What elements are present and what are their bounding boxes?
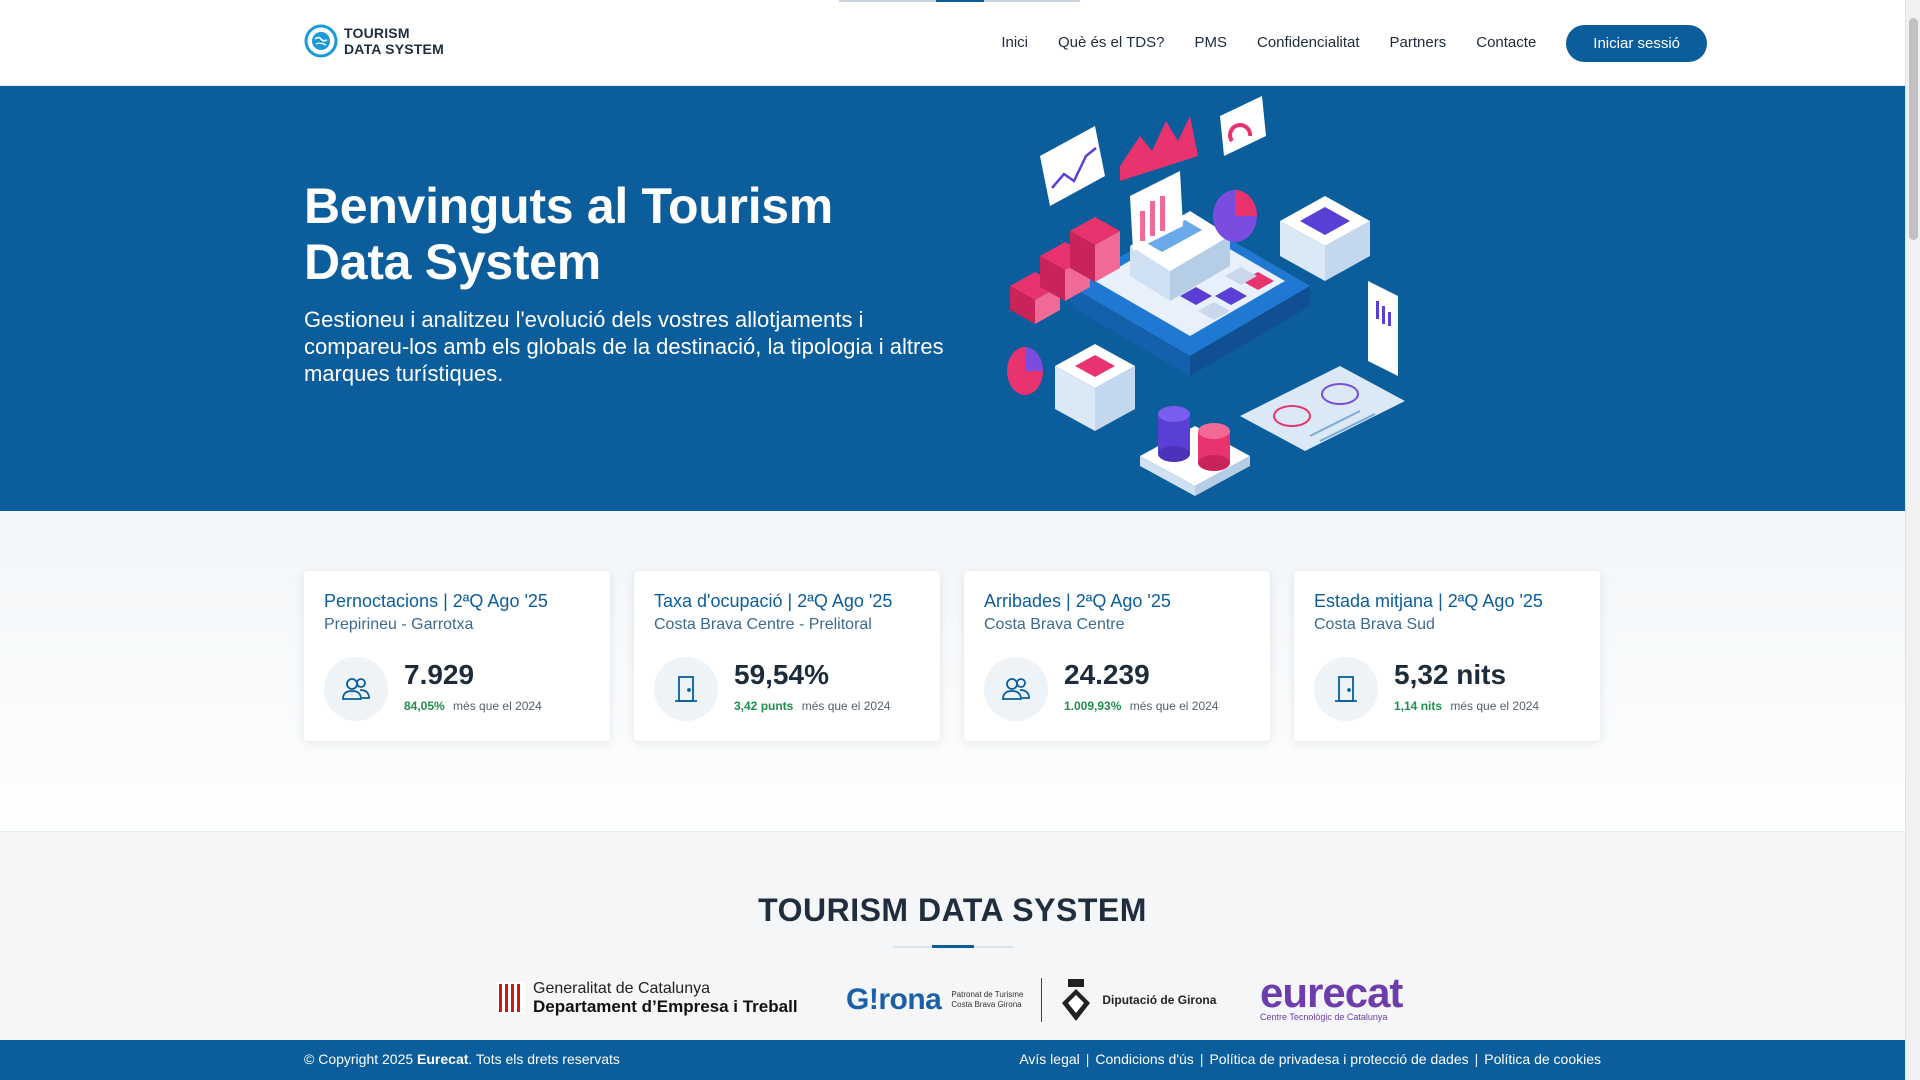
nav-pms[interactable]: PMS bbox=[1194, 24, 1227, 62]
link-separator: | bbox=[1474, 1051, 1479, 1067]
users-icon bbox=[324, 657, 388, 721]
nav-contacte[interactable]: Contacte bbox=[1476, 24, 1536, 62]
card-title: Estada mitjana | 2ªQ Ago '25 bbox=[1314, 591, 1543, 611]
stat-card-arribades: Arribades | 2ªQ Ago '25 Costa Brava Cent… bbox=[964, 571, 1270, 741]
card-title: Taxa d'ocupació | 2ªQ Ago '25 bbox=[654, 591, 893, 611]
card-subtitle: Prepirineu - Garrotxa bbox=[324, 616, 474, 633]
footer: © Copyright 2025 Eurecat. Tots els drets… bbox=[0, 1040, 1905, 1080]
nav-confidencialitat[interactable]: Confidencialitat bbox=[1257, 24, 1360, 62]
scrollbar-thumb[interactable] bbox=[1909, 18, 1918, 240]
page: TOURISM DATA SYSTEM Inici Què és el TDS?… bbox=[0, 0, 1905, 1080]
card-value: 24.239 bbox=[1064, 659, 1150, 690]
door-icon bbox=[654, 657, 718, 721]
link-avis-legal[interactable]: Avís legal bbox=[1019, 1051, 1079, 1067]
hero-section: Benvinguts al Tourism Data System Gestio… bbox=[0, 86, 1905, 511]
page-scrollbar[interactable] bbox=[1905, 0, 1920, 1080]
copyright-prefix: © Copyright 2025 bbox=[304, 1051, 418, 1067]
door-icon bbox=[1314, 657, 1378, 721]
card-delta-compare: més que el 2024 bbox=[453, 699, 542, 713]
title-divider-accent bbox=[932, 945, 974, 948]
card-delta-compare: més que el 2024 bbox=[801, 699, 891, 713]
girona-small-2: Costa Brava Girona bbox=[951, 1000, 1022, 1009]
card-title: Pernoctacions | 2ªQ Ago '25 bbox=[324, 591, 548, 611]
logo-line-1: TOURISM bbox=[344, 25, 410, 41]
partners-title: TOURISM DATA SYSTEM bbox=[758, 892, 1147, 928]
card-delta-value: 3,42 punts bbox=[734, 699, 794, 713]
stat-card-taxa-ocupacio: Taxa d'ocupació | 2ªQ Ago '25 Costa Brav… bbox=[634, 571, 940, 741]
users-icon bbox=[984, 657, 1048, 721]
copyright-brand[interactable]: Eurecat bbox=[417, 1051, 468, 1067]
card-delta-compare: més que el 2024 bbox=[1450, 699, 1540, 713]
card-subtitle: Costa Brava Sud bbox=[1314, 616, 1435, 633]
globe-logo-icon bbox=[304, 24, 338, 58]
stats-section bbox=[0, 511, 1905, 831]
logo-separator bbox=[1041, 978, 1043, 1022]
card-subtitle: Costa Brava Centre bbox=[984, 616, 1125, 633]
link-condicions[interactable]: Condicions d'ús bbox=[1095, 1051, 1193, 1067]
generalitat-line-2: Departament d’Empresa i Treball bbox=[533, 997, 798, 1016]
card-value: 5,32 nits bbox=[1394, 659, 1507, 690]
girona-logo[interactable]: G!rona Patronat de Turisme Costa Brava G… bbox=[846, 977, 1216, 1023]
nav-partners[interactable]: Partners bbox=[1390, 24, 1447, 62]
footer-links: Avís legal | Condicions d'ús | Política … bbox=[1019, 1051, 1601, 1067]
senyera-icon bbox=[497, 982, 525, 1014]
girona-small-1: Patronat de Turisme bbox=[951, 990, 1024, 999]
eurecat-wordmark: eurecat bbox=[1260, 969, 1403, 1016]
logo-line-2: DATA SYSTEM bbox=[344, 41, 444, 57]
card-delta-value: 1,14 nits bbox=[1394, 699, 1443, 713]
top-navbar: TOURISM DATA SYSTEM Inici Què és el TDS?… bbox=[0, 0, 1905, 86]
generalitat-line-1: Generalitat de Catalunya bbox=[533, 980, 710, 997]
card-delta: 1.009,93% més que el 2024 bbox=[1064, 699, 1218, 713]
eurecat-subtitle: Centre Tecnològic de Catalunya bbox=[1260, 1012, 1388, 1022]
card-delta-value: 1.009,93% bbox=[1064, 699, 1122, 713]
link-separator: | bbox=[1085, 1051, 1090, 1067]
diputacio-text: Diputació de Girona bbox=[1102, 993, 1217, 1007]
eurecat-logo[interactable]: eurecat Centre Tecnològic de Catalunya bbox=[1260, 969, 1403, 1023]
card-delta: 3,42 punts més que el 2024 bbox=[734, 699, 890, 713]
main-nav: Inici Què és el TDS? PMS Confidencialita… bbox=[1001, 24, 1737, 62]
card-delta: 1,14 nits més que el 2024 bbox=[1394, 699, 1539, 713]
login-button[interactable]: Iniciar sessió bbox=[1566, 24, 1707, 62]
site-logo[interactable]: TOURISM DATA SYSTEM bbox=[304, 24, 444, 58]
stat-card-estada-mitjana: Estada mitjana | 2ªQ Ago '25 Costa Brava… bbox=[1294, 571, 1600, 741]
diputacio-crest-icon bbox=[1062, 979, 1091, 1021]
partners-section: TOURISM DATA SYSTEM Generalitat de Catal… bbox=[0, 831, 1905, 1040]
logo-text: TOURISM DATA SYSTEM bbox=[344, 25, 444, 57]
card-subtitle: Costa Brava Centre - Prelitoral bbox=[654, 616, 872, 633]
copyright: © Copyright 2025 Eurecat. Tots els drets… bbox=[304, 1051, 620, 1067]
card-value: 7.929 bbox=[404, 659, 475, 690]
hero-subtitle: Gestioneu i analitzeu l'evolució dels vo… bbox=[304, 307, 944, 386]
card-value: 59,54% bbox=[734, 659, 829, 690]
top-accent-highlight bbox=[936, 0, 984, 2]
generalitat-logo[interactable]: Generalitat de Catalunya Departament d’E… bbox=[497, 980, 798, 1016]
stat-card-pernoctacions: Pernoctacions | 2ªQ Ago '25 Prepirineu -… bbox=[304, 571, 610, 741]
card-delta-compare: més que el 2024 bbox=[1129, 699, 1219, 713]
hero-title: Benvinguts al Tourism Data System bbox=[304, 178, 833, 290]
card-delta: 84,05% més que el 2024 bbox=[404, 699, 542, 713]
link-cookies[interactable]: Política de cookies bbox=[1484, 1051, 1601, 1067]
girona-wordmark: G!rona bbox=[846, 983, 942, 1016]
nav-inici[interactable]: Inici bbox=[1001, 24, 1028, 62]
card-delta-value: 84,05% bbox=[404, 699, 445, 713]
card-title: Arribades | 2ªQ Ago '25 bbox=[984, 591, 1171, 611]
isometric-dashboard-illustration bbox=[1007, 96, 1405, 496]
link-privadesa[interactable]: Política de privadesa i protecció de dad… bbox=[1209, 1051, 1468, 1067]
copyright-suffix: . Tots els drets reservats bbox=[468, 1051, 620, 1067]
link-separator: | bbox=[1199, 1051, 1204, 1067]
nav-que-es[interactable]: Què és el TDS? bbox=[1058, 24, 1164, 62]
